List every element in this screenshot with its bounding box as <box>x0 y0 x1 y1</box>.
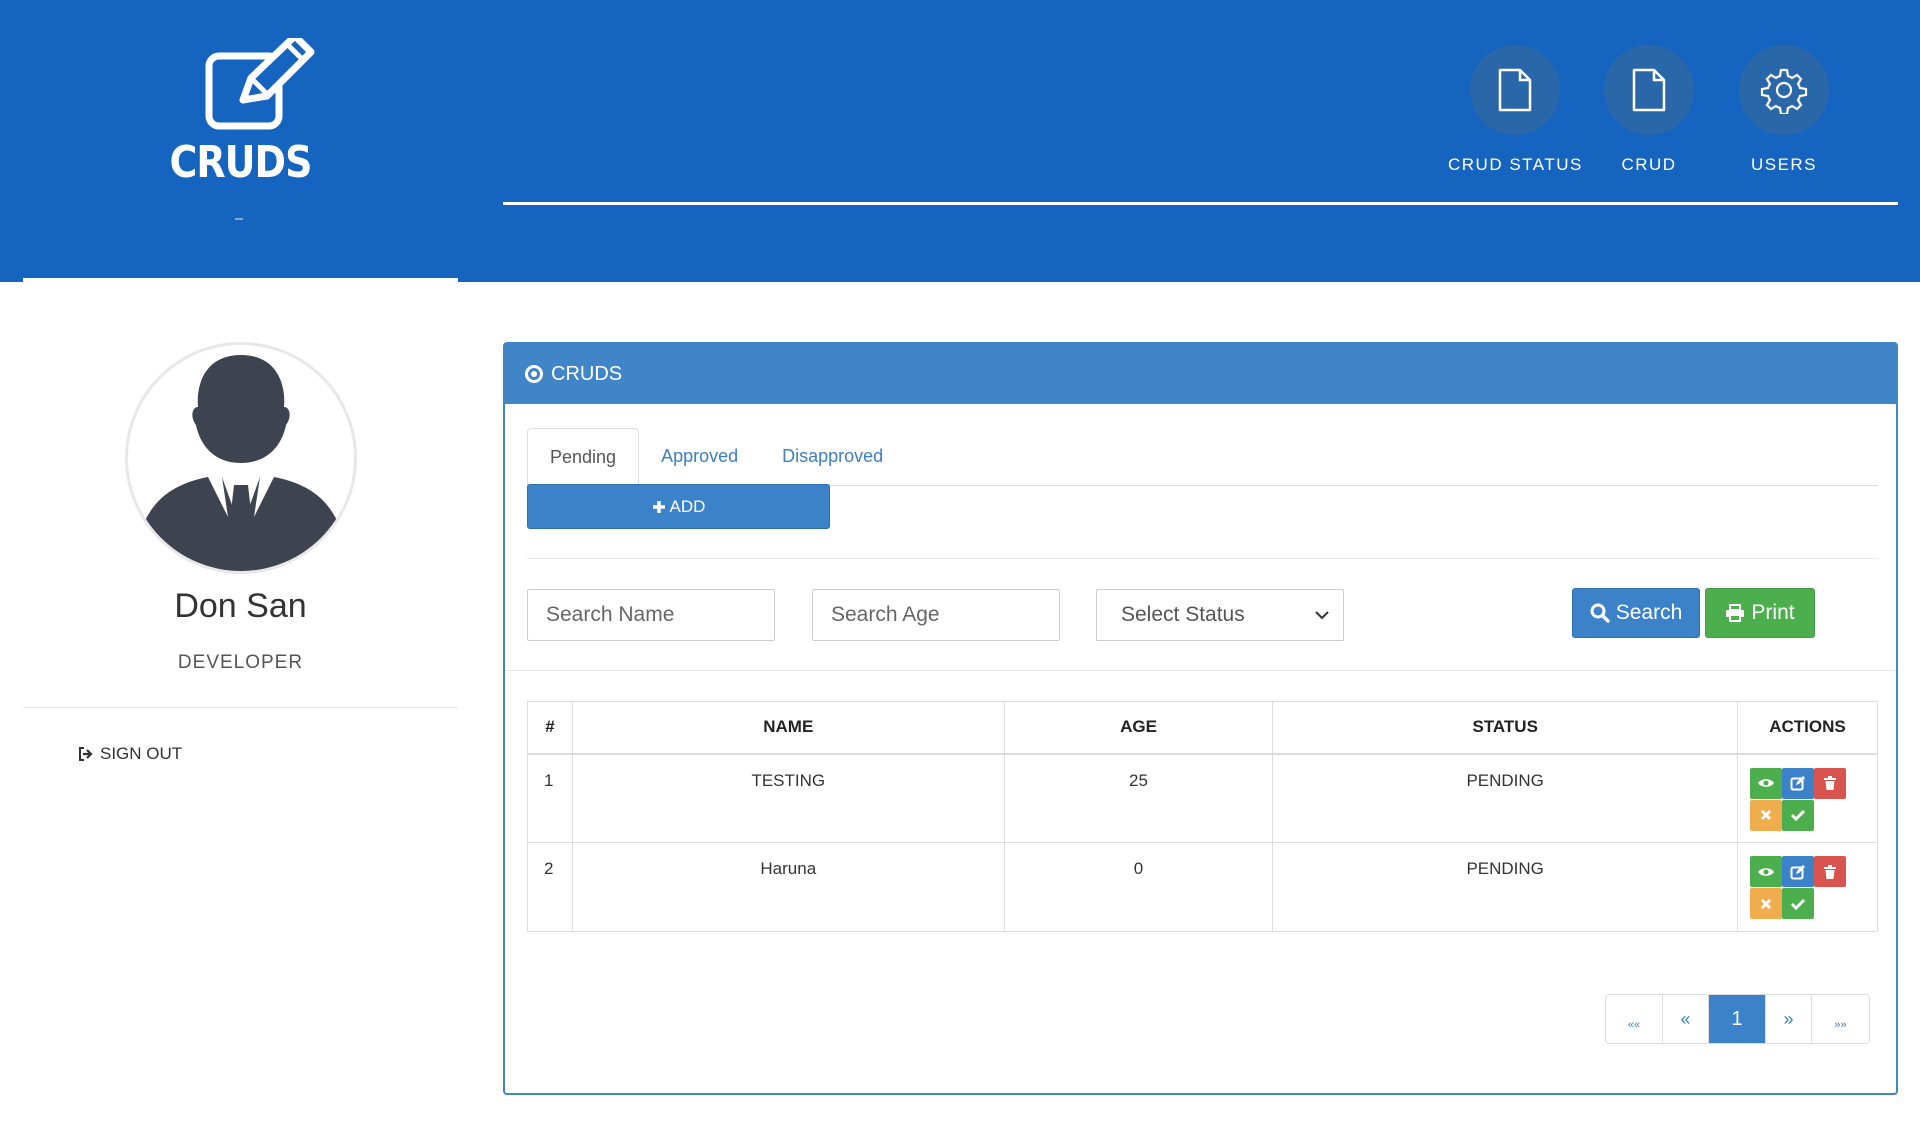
delete-button[interactable] <box>1813 856 1846 887</box>
eye-icon <box>1757 779 1774 787</box>
cell-name: TESTING <box>571 753 1005 843</box>
col-header-age: AGE <box>1003 701 1274 755</box>
edit-icon <box>1790 864 1805 879</box>
cell-name: Haruna <box>571 842 1005 932</box>
nav-circle <box>1470 45 1561 135</box>
status-select-value: Select Status <box>1121 603 1245 626</box>
user-name: Don San <box>174 587 307 625</box>
plus-icon <box>652 500 665 513</box>
table-row: 1 TESTING 25 PENDING <box>527 753 1879 843</box>
tab-disapproved[interactable]: Disapproved <box>760 428 905 486</box>
view-button[interactable] <box>1749 767 1782 799</box>
cruds-panel: CRUDS Pending Approved Disapproved ADD S… <box>503 342 1898 1095</box>
sign-out-icon <box>79 747 93 761</box>
page-prev[interactable]: « <box>1663 995 1709 1043</box>
status-tabs: Pending Approved Disapproved <box>527 428 1878 487</box>
sign-out-link[interactable]: SIGN OUT <box>78 744 182 764</box>
nav-users[interactable]: USERS <box>1739 45 1829 175</box>
nav-label: CRUD STATUS <box>1448 155 1583 174</box>
cell-number: 2 <box>527 842 573 932</box>
row-actions <box>1738 856 1877 919</box>
col-header-status: STATUS <box>1272 701 1738 755</box>
cell-number: 1 <box>527 753 573 843</box>
search-button[interactable]: Search <box>1572 588 1700 638</box>
close-icon <box>1760 809 1772 821</box>
col-header-actions: ACTIONS <box>1736 701 1879 755</box>
gear-icon <box>1760 68 1808 114</box>
add-label: ADD <box>669 496 706 516</box>
approve-button[interactable] <box>1781 888 1814 919</box>
add-button[interactable]: ADD <box>527 484 830 529</box>
close-icon <box>1760 898 1772 909</box>
page-first[interactable]: «« <box>1606 995 1663 1043</box>
sidebar-divider <box>23 707 458 708</box>
nav-circle <box>1604 45 1694 135</box>
disapprove-button[interactable] <box>1749 888 1782 919</box>
check-icon <box>1790 809 1805 821</box>
user-role: DEVELOPER <box>177 652 304 673</box>
logo-text: CRUDS <box>169 136 313 188</box>
sidebar: Don San DEVELOPER SIGN OUT <box>23 282 458 1125</box>
search-label: Search <box>1615 601 1683 624</box>
cell-age: 0 <box>1003 842 1274 932</box>
disapprove-button[interactable] <box>1749 799 1782 831</box>
nav-circle <box>1739 45 1829 135</box>
pagination: «« « 1 » »» <box>1605 994 1870 1044</box>
sign-out-label: SIGN OUT <box>100 744 183 763</box>
logo[interactable]: CRUDS <box>23 0 458 282</box>
nav-divider <box>503 202 1898 205</box>
table-row: 2 Haruna 0 PENDING <box>527 842 1879 932</box>
nav-label: CRUD <box>1621 155 1677 174</box>
cell-status: PENDING <box>1272 842 1738 932</box>
page-current[interactable]: 1 <box>1709 995 1766 1043</box>
divider <box>527 558 1878 559</box>
avatar <box>125 342 357 574</box>
col-header-number: # <box>527 701 573 755</box>
dot-circle-icon <box>525 365 543 383</box>
trash-icon <box>1823 864 1836 879</box>
print-icon <box>1726 604 1745 622</box>
tab-approved[interactable]: Approved <box>639 428 760 486</box>
row-actions <box>1738 767 1877 831</box>
user-silhouette-icon <box>133 355 349 571</box>
file-icon <box>1499 68 1532 112</box>
cell-status: PENDING <box>1272 753 1738 843</box>
page-next[interactable]: » <box>1766 995 1812 1043</box>
delete-button[interactable] <box>1813 767 1846 799</box>
page-last[interactable]: »» <box>1812 995 1869 1043</box>
trash-icon <box>1823 776 1836 790</box>
eye-icon <box>1757 867 1774 876</box>
print-label: Print <box>1751 601 1795 624</box>
cruds-table: # NAME AGE STATUS ACTIONS 1 TESTING 25 P… <box>527 701 1879 932</box>
nav-label: USERS <box>1750 155 1818 174</box>
view-button[interactable] <box>1749 856 1782 887</box>
chevron-down-icon <box>1315 611 1329 620</box>
approve-button[interactable] <box>1781 799 1814 831</box>
panel-header: CRUDS <box>505 344 1896 404</box>
top-header: CRUDS CRUD STATUS CRUD USERS <box>0 0 1920 282</box>
nav-crud[interactable]: CRUD <box>1604 45 1694 175</box>
edit-icon <box>1790 776 1805 791</box>
edit-logo-icon <box>205 38 315 130</box>
check-icon <box>1790 898 1805 910</box>
search-name-input[interactable] <box>527 589 775 641</box>
print-button[interactable]: Print <box>1705 588 1815 638</box>
logo-dash <box>235 218 243 220</box>
search-icon <box>1590 603 1610 623</box>
panel-title: CRUDS <box>551 362 623 385</box>
tab-pending[interactable]: Pending <box>527 428 640 487</box>
search-age-input[interactable] <box>812 589 1060 641</box>
status-select[interactable]: Select Status <box>1096 589 1344 641</box>
edit-button[interactable] <box>1781 767 1814 799</box>
nav-crud-status[interactable]: CRUD STATUS <box>1448 45 1583 175</box>
cell-age: 25 <box>1003 753 1274 843</box>
file-icon <box>1632 68 1666 112</box>
edit-button[interactable] <box>1781 856 1814 887</box>
table-header-row: # NAME AGE STATUS ACTIONS <box>527 701 1879 755</box>
cell-actions <box>1736 842 1879 932</box>
col-header-name: NAME <box>571 701 1005 755</box>
divider <box>505 670 1896 671</box>
cell-actions <box>1736 753 1879 843</box>
